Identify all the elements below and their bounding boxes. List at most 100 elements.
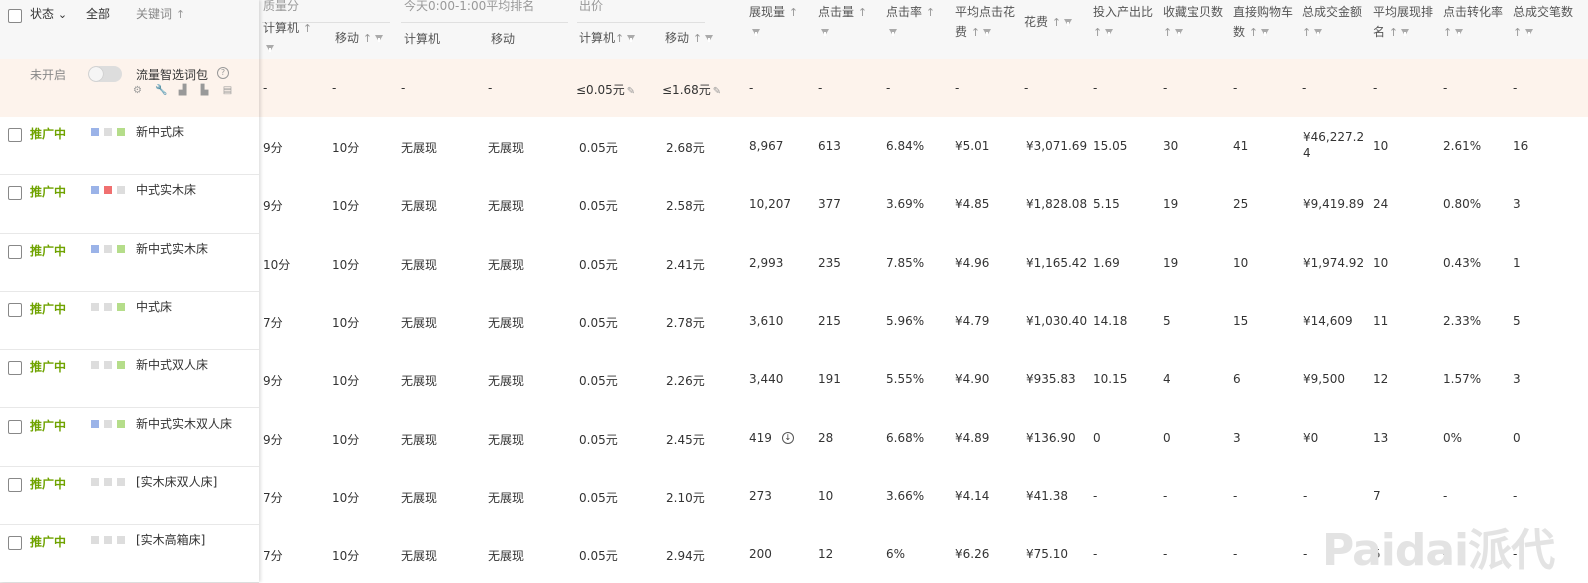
bid-mobile-header[interactable]: 移动 ↑	[665, 28, 714, 49]
sort-icon[interactable]: ↑	[615, 32, 624, 45]
cell-ctr: 6.84%	[886, 139, 924, 153]
cell-q_mob: 10分	[332, 256, 359, 273]
orders-header[interactable]: 总成交笔数	[1513, 2, 1573, 22]
cell-q_mob: 10分	[332, 431, 359, 448]
filter-icon[interactable]	[1401, 29, 1410, 36]
cell-ctr: 6%	[886, 547, 905, 561]
cvr-header[interactable]: 点击转化率	[1443, 2, 1503, 22]
header-group-divider	[577, 22, 705, 23]
avg-rank-header[interactable]: 平均展现排	[1373, 2, 1433, 22]
sort-icon[interactable]: ↑	[971, 26, 980, 39]
favorites-header[interactable]: 收藏宝贝数	[1163, 2, 1223, 22]
filter-icon[interactable]	[886, 22, 897, 42]
avg-cpc-header[interactable]: 平均点击花	[955, 2, 1015, 22]
spend-header[interactable]: 花费 ↑	[1024, 12, 1073, 33]
sort-icon[interactable]: ↑	[1052, 16, 1061, 29]
cell-value: 2.68元	[666, 141, 705, 155]
cell-value: 215	[818, 313, 841, 328]
cell-roi: 10.15	[1093, 372, 1127, 386]
cell-orders: 0	[1513, 431, 1521, 445]
quality-computer-header[interactable]: 计算机 ↑	[263, 18, 312, 39]
sort-icon[interactable]: ↑	[1513, 26, 1522, 39]
filter-icon[interactable]	[1261, 29, 1270, 36]
sort-icon[interactable]: ↑	[1163, 26, 1172, 39]
avg-rank-header-2[interactable]: 名 ↑	[1373, 22, 1410, 43]
bid-value: ≤0.05元	[576, 83, 625, 97]
cell-value: 0.05元	[579, 432, 618, 447]
filter-icon[interactable]	[1455, 29, 1464, 36]
filter-icon[interactable]	[983, 29, 992, 36]
orders-sort[interactable]: ↑	[1513, 22, 1534, 43]
cell-impr: 200	[749, 547, 772, 561]
summary-dash: -	[886, 81, 891, 95]
clicks-label: 点击量	[818, 5, 855, 19]
cell-cpc: ¥4.79	[955, 314, 989, 328]
sort-icon[interactable]: ↑	[1302, 26, 1311, 39]
cell-value: 10	[1373, 139, 1389, 153]
download-circle-icon[interactable]: ↓	[781, 432, 794, 444]
cell-orders: 3	[1513, 372, 1521, 386]
cell-value: 10分	[332, 374, 360, 389]
filter-icon[interactable]	[749, 22, 760, 42]
gmv-sort[interactable]: ↑	[1302, 22, 1323, 43]
summary-bid-mobile[interactable]: ≤1.68元 ✎	[662, 81, 721, 98]
cell-value: ¥75.10	[1026, 547, 1068, 562]
sort-icon[interactable]: ↑	[1093, 26, 1102, 39]
pencil-edit-icon[interactable]: ✎	[627, 86, 635, 97]
roi-sort[interactable]: ↑	[1093, 22, 1114, 43]
filter-icon[interactable]	[818, 22, 829, 42]
roi-header[interactable]: 投入产出比	[1093, 2, 1153, 22]
cell-value: 8,967	[749, 139, 784, 153]
filter-icon[interactable]	[1314, 29, 1323, 36]
clicks-header[interactable]: 点击量 ↑	[818, 2, 867, 23]
filter-icon[interactable]	[1105, 29, 1114, 36]
cell-rank_mob: 无展现	[488, 314, 524, 331]
sort-icon[interactable]: ↑	[693, 32, 702, 45]
cart-header-2[interactable]: 数 ↑	[1233, 22, 1270, 43]
cell-rank_pc: 无展现	[401, 197, 437, 214]
summary-bid-computer[interactable]: ≤0.05元 ✎	[576, 81, 635, 98]
cell-value: 2,993	[749, 255, 784, 270]
sort-icon[interactable]: ↑	[926, 6, 935, 19]
filter-icon[interactable]	[1064, 19, 1073, 26]
cell-value: 0	[1513, 430, 1521, 445]
ctr-header[interactable]: 点击率 ↑	[886, 2, 935, 23]
avg-cpc-header-2[interactable]: 费 ↑	[955, 22, 992, 43]
cell-value: 7	[1373, 488, 1381, 503]
cell-value: ¥0	[1303, 430, 1319, 445]
cell-fav: 19	[1163, 197, 1178, 211]
filter-icon[interactable]	[627, 35, 636, 42]
sort-icon[interactable]: ↑	[363, 32, 372, 45]
cell-value: ¥1,974.92	[1303, 255, 1365, 270]
filter-icon[interactable]	[1525, 29, 1534, 36]
bid-computer-header[interactable]: 计算机↑	[579, 28, 636, 49]
cell-value: 3	[1233, 430, 1241, 445]
quality-mobile-header[interactable]: 移动 ↑	[335, 28, 384, 49]
cell-value: 12	[818, 547, 834, 562]
gmv-header[interactable]: 总成交金额	[1302, 2, 1362, 22]
favorites-sort[interactable]: ↑	[1163, 22, 1184, 43]
pencil-edit-icon[interactable]: ✎	[713, 86, 721, 97]
sort-icon[interactable]: ↑	[858, 6, 867, 19]
cell-value: 无展现	[488, 315, 525, 330]
cvr-sort[interactable]: ↑	[1443, 22, 1464, 43]
cell-value: 0.05元	[579, 199, 618, 214]
cart-header[interactable]: 直接购物车	[1233, 2, 1293, 22]
filter-icon[interactable]	[705, 35, 714, 42]
sort-icon[interactable]: ↑	[1389, 26, 1398, 39]
sort-icon[interactable]: ↑	[1443, 26, 1452, 39]
cell-value: 6.68%	[886, 430, 925, 445]
filter-icon[interactable]	[375, 35, 384, 42]
sort-icon[interactable]: ↑	[303, 22, 312, 35]
cell-value: 无展现	[401, 315, 438, 330]
cell-ctr: 3.69%	[886, 197, 924, 211]
cell-clicks: 28	[818, 431, 833, 445]
cell-ctr: 6.68%	[886, 431, 924, 445]
filter-icon[interactable]	[1175, 29, 1184, 36]
sort-icon[interactable]: ↑	[789, 6, 798, 19]
cell-value: 3,610	[749, 313, 784, 328]
cell-value: 10分	[332, 257, 360, 272]
filter-icon[interactable]	[263, 38, 274, 58]
sort-icon[interactable]: ↑	[1249, 26, 1258, 39]
impressions-header[interactable]: 展现量 ↑	[749, 2, 798, 23]
